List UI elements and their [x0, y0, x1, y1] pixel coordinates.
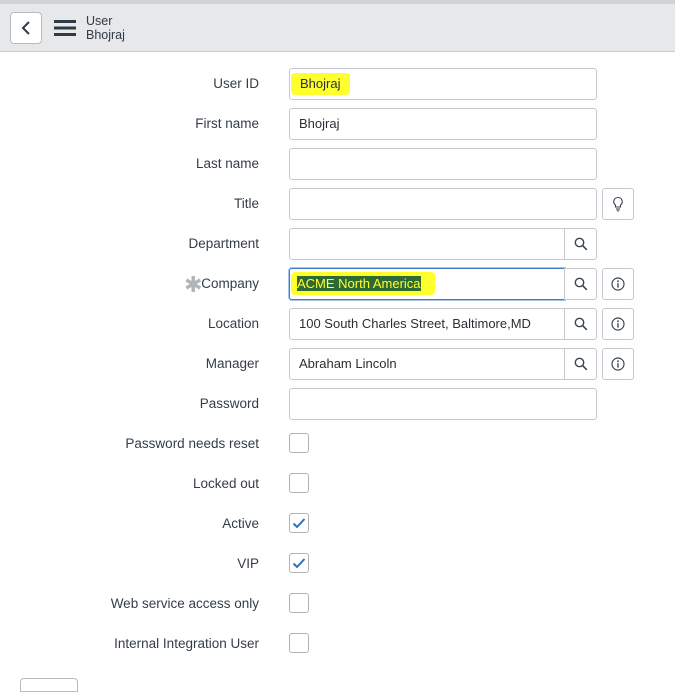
department-field[interactable]: [289, 228, 565, 260]
manager-field[interactable]: Abraham Lincoln: [289, 348, 565, 380]
password-field[interactable]: [289, 388, 597, 420]
magnifier-icon: [574, 317, 587, 331]
password-needs-reset-label: Password needs reset: [125, 436, 259, 451]
row-locked-out: Locked out: [0, 468, 675, 500]
checkmark-icon: [292, 558, 306, 569]
magnifier-icon: [574, 357, 587, 371]
magnifier-icon: [574, 277, 587, 291]
manager-label: Manager: [205, 356, 259, 371]
row-internal-integration-user: Internal Integration User: [0, 628, 675, 660]
row-company: ✱ Company ACME North America: [0, 268, 675, 300]
last-name-label: Last name: [195, 156, 259, 171]
company-highlight: ACME North America: [291, 272, 435, 295]
first-name-field[interactable]: Bhojraj: [289, 108, 597, 140]
vip-label: VIP: [237, 556, 259, 571]
row-password: Password: [0, 388, 675, 420]
company-value: ACME North America: [297, 276, 421, 291]
form-action-button[interactable]: [20, 678, 78, 692]
web-service-access-only-checkbox[interactable]: [289, 593, 309, 613]
row-title: Title: [0, 188, 675, 220]
info-icon: [611, 277, 625, 291]
last-name-field[interactable]: [289, 148, 597, 180]
checkmark-icon: [292, 518, 306, 529]
back-button[interactable]: [10, 12, 42, 44]
header-title-block: User Bhojraj: [86, 14, 125, 42]
info-icon: [611, 357, 625, 371]
password-label: Password: [199, 396, 259, 411]
internal-integration-user-checkbox[interactable]: [289, 633, 309, 653]
internal-integration-user-label: Internal Integration User: [114, 636, 259, 651]
row-location: Location 100 South Charles Street, Balti…: [0, 308, 675, 340]
location-lookup-button[interactable]: [564, 308, 597, 340]
user-id-value: Bhojraj: [291, 73, 351, 95]
department-label: Department: [188, 236, 259, 251]
row-department: Department: [0, 228, 675, 260]
row-active: Active: [0, 508, 675, 540]
company-info-button[interactable]: [602, 268, 634, 300]
password-needs-reset-checkbox[interactable]: [289, 433, 309, 453]
lightbulb-icon: [613, 196, 623, 212]
location-info-button[interactable]: [602, 308, 634, 340]
manager-lookup-button[interactable]: [564, 348, 597, 380]
user-id-label: User ID: [213, 76, 259, 91]
active-checkbox[interactable]: [289, 513, 309, 533]
magnifier-icon: [574, 237, 587, 251]
first-name-label: First name: [195, 116, 259, 131]
locked-out-label: Locked out: [192, 476, 259, 491]
title-label: Title: [233, 196, 259, 211]
chevron-left-icon: [21, 21, 30, 35]
row-web-service-access-only: Web service access only: [0, 588, 675, 620]
company-label: Company: [201, 276, 259, 291]
user-id-field[interactable]: Bhojraj: [289, 68, 597, 100]
info-icon: [611, 317, 625, 331]
company-field[interactable]: ACME North America: [289, 268, 565, 300]
location-field[interactable]: 100 South Charles Street, Baltimore,MD: [289, 308, 565, 340]
row-manager: Manager Abraham Lincoln: [0, 348, 675, 380]
header-table-name: User: [86, 14, 113, 28]
row-user-id: User ID Bhojraj: [0, 68, 675, 100]
company-lookup-button[interactable]: [564, 268, 597, 300]
department-lookup-button[interactable]: [564, 228, 597, 260]
row-password-needs-reset: Password needs reset: [0, 428, 675, 460]
vip-checkbox[interactable]: [289, 553, 309, 573]
location-label: Location: [207, 316, 259, 331]
title-suggestion-button[interactable]: [602, 188, 634, 220]
row-last-name: Last name: [0, 148, 675, 180]
required-indicator: ✱: [184, 272, 203, 297]
locked-out-checkbox[interactable]: [289, 473, 309, 493]
header-record-name: Bhojraj: [86, 28, 125, 42]
row-vip: VIP: [0, 548, 675, 580]
form-header: User Bhojraj: [0, 0, 675, 52]
row-first-name: First name Bhojraj: [0, 108, 675, 140]
web-service-access-only-label: Web service access only: [110, 596, 259, 611]
title-field[interactable]: [289, 188, 597, 220]
hamburger-menu-icon[interactable]: [54, 20, 76, 36]
active-label: Active: [222, 516, 259, 531]
manager-info-button[interactable]: [602, 348, 634, 380]
